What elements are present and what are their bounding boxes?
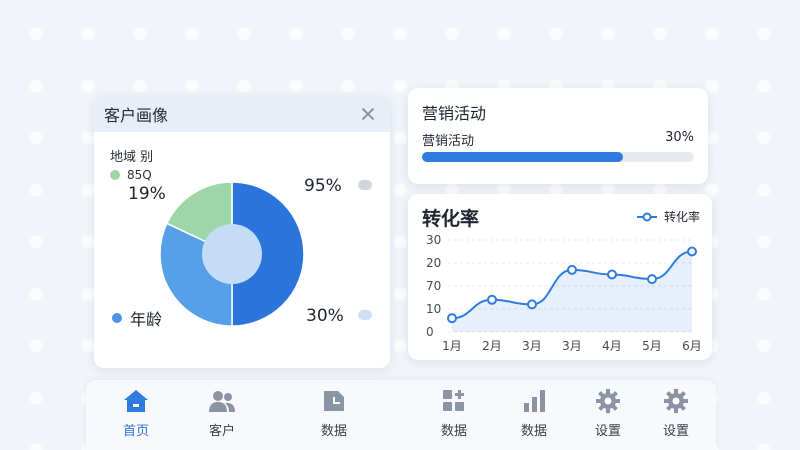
toggle-indicator-top[interactable] [358, 180, 372, 190]
nav-label-settings-2: 设置 [662, 424, 689, 439]
y-tick-label: 30 [426, 233, 441, 247]
x-tick-label: 6月 [682, 339, 702, 353]
nav-item-data-3[interactable]: 数据 [504, 388, 564, 439]
close-icon[interactable] [358, 104, 378, 124]
marketing-progress-fill [422, 152, 624, 162]
x-tick-label: 2月 [482, 339, 502, 353]
nav-item-data-2[interactable]: 数据 [424, 388, 484, 439]
line-point [567, 264, 577, 275]
blue-top-pct-label: 95% [304, 176, 342, 196]
green-legend-label: 85Q [127, 168, 152, 182]
conversion-legend-label: 转化率 [663, 210, 700, 224]
line-point [647, 274, 657, 285]
customer-card-title: 客户画像 [104, 106, 169, 125]
nav-label-data-1: 数据 [320, 424, 347, 439]
nav-item-home[interactable]: 首页 [106, 388, 166, 439]
x-tick-label: 4月 [602, 339, 622, 353]
nav-label-home: 首页 [122, 424, 149, 439]
donut-center [202, 224, 262, 284]
marketing-title: 营销活动 [422, 104, 487, 123]
conversion-legend[interactable]: 转化率 [636, 208, 700, 225]
x-tick-label: 1月 [442, 339, 462, 353]
bar-chart-icon [524, 390, 545, 412]
blue-bottom-pct-label: 30% [306, 306, 344, 326]
line-point [527, 299, 537, 310]
donut-chart [159, 181, 305, 327]
age-legend-dot [112, 313, 122, 323]
nav-label-data-3: 数据 [520, 424, 547, 439]
doc-chart-icon [324, 391, 344, 411]
nav-item-settings-1[interactable]: 设置 [578, 388, 638, 439]
gear-icon [664, 389, 688, 413]
nav-label-settings-1: 设置 [594, 424, 621, 439]
gear-icon [596, 389, 620, 413]
nav-label-customers: 客户 [208, 424, 235, 439]
line-point [487, 294, 497, 305]
customer-card-header: 客户画像 [94, 96, 390, 132]
marketing-progress-track [422, 152, 694, 162]
conversion-title: 转化率 [422, 208, 480, 230]
line-point [447, 313, 457, 324]
line-point [607, 269, 617, 280]
nav-item-customers[interactable]: 客户 [192, 388, 252, 439]
marketing-progress-label: 营销活动 [422, 134, 475, 149]
line-area-fill [452, 251, 692, 332]
marketing-progress-pct: 30% [665, 130, 694, 145]
toggle-indicator-bottom[interactable] [358, 310, 372, 320]
grid-plus-icon [443, 390, 464, 411]
conversion-line-chart: 30 20 70 10 0 1月 2月 3月 3月 4月 5月 6月 [426, 233, 702, 353]
y-tick-label: 20 [426, 256, 441, 270]
line-legend-icon [636, 212, 657, 221]
x-tick-label: 5月 [642, 339, 662, 353]
users-icon [209, 391, 235, 412]
marketing-card: 营销活动 营销活动 30% [408, 88, 708, 184]
age-legend-label: 年龄 [130, 310, 163, 329]
bottom-nav: 首页 客户 数据 数据 数据 设置 设置 [86, 380, 716, 450]
nav-item-data-1[interactable]: 数据 [304, 388, 364, 439]
conversion-card: 转化率 转化率 30 20 70 10 0 1月 2月 3月 3月 4月 5月 6月 [408, 194, 712, 360]
y-tick-label: 70 [426, 279, 441, 293]
y-tick-label: 10 [426, 302, 441, 316]
x-tick-label: 3月 [562, 339, 582, 353]
line-point [687, 246, 697, 257]
green-legend: 85Q [110, 168, 152, 182]
region-label: 地域 别 [110, 150, 154, 165]
home-icon [124, 390, 148, 412]
x-tick-label: 3月 [522, 339, 542, 353]
y-tick-label: 0 [426, 325, 434, 339]
nav-item-settings-2[interactable]: 设置 [646, 388, 706, 439]
nav-label-data-2: 数据 [440, 424, 467, 439]
green-legend-dot [110, 170, 120, 180]
customer-profile-card: 客户画像 地域 别 85Q 19% 95% 30% 年龄 [94, 96, 390, 368]
age-legend: 年龄 [112, 306, 162, 330]
